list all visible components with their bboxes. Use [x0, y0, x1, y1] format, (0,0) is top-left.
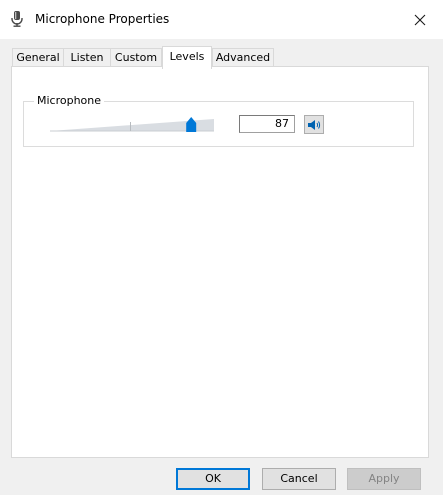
tab-general[interactable]: General [12, 48, 64, 67]
tab-advanced[interactable]: Advanced [212, 48, 274, 67]
microphone-group: Microphone 87 [23, 94, 414, 147]
tab-custom[interactable]: Custom [110, 48, 162, 67]
level-slider[interactable] [50, 111, 228, 137]
close-button[interactable] [397, 0, 443, 39]
slider-tick-mark [130, 122, 131, 131]
apply-button[interactable]: Apply [347, 468, 421, 490]
levels-panel: Microphone 87 [11, 66, 429, 458]
mute-toggle-button[interactable] [304, 115, 324, 134]
close-icon [414, 14, 426, 25]
window-title: Microphone Properties [35, 12, 170, 26]
cancel-button[interactable]: Cancel [262, 468, 336, 490]
title-bar: Microphone Properties [0, 0, 443, 39]
tab-listen[interactable]: Listen [63, 48, 111, 67]
ok-button[interactable]: OK [176, 468, 250, 490]
speaker-icon [308, 119, 321, 130]
level-value-field[interactable]: 87 [239, 115, 295, 133]
microphone-icon [11, 11, 23, 27]
tab-levels[interactable]: Levels [162, 46, 212, 69]
properties-dialog: Microphone Properties General Listen Cus… [0, 0, 443, 495]
microphone-group-title: Microphone [34, 94, 105, 108]
slider-thumb[interactable] [186, 117, 197, 132]
